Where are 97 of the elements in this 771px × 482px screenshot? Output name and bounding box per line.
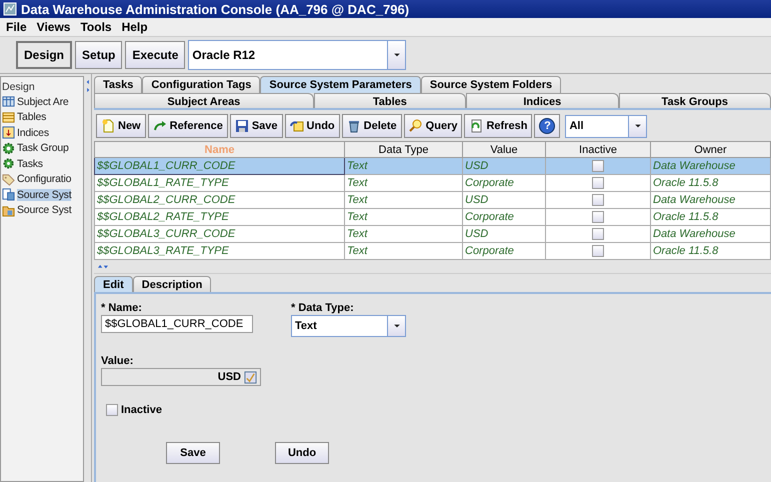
table-cell: Oracle 11.5.8	[650, 242, 770, 260]
checkbox-label: Inactive	[121, 404, 162, 416]
menu-item[interactable]: File	[6, 20, 27, 34]
table-cell: Oracle 11.5.8	[650, 208, 770, 226]
table-cell: Data Warehouse	[650, 226, 770, 242]
tab[interactable]: Tasks	[94, 76, 142, 93]
tab[interactable]: Subject Areas	[94, 93, 314, 108]
field-label: * Data Type:	[291, 302, 355, 314]
tab[interactable]: Indices	[466, 93, 619, 108]
tab[interactable]: Description	[132, 276, 212, 292]
tag-icon	[2, 172, 15, 186]
data-type-dropdown[interactable]: Text	[291, 315, 406, 337]
checkbox[interactable]	[592, 211, 604, 224]
table-cell: Text	[344, 192, 462, 208]
field-label: * Name:	[101, 302, 143, 314]
table-cell: Text	[344, 208, 462, 226]
document-icon	[2, 188, 15, 202]
tab[interactable]: Edit	[94, 276, 133, 292]
tab[interactable]: Task Groups	[618, 93, 771, 108]
mode-button[interactable]: Execute	[125, 41, 186, 69]
table-cell: Oracle 11.5.8	[650, 174, 770, 192]
index-icon	[2, 126, 15, 140]
undo-icon	[290, 119, 304, 133]
section-header: Design	[2, 81, 36, 93]
nav-item[interactable]: Source Syst	[17, 204, 72, 216]
form-button[interactable]: Save	[166, 442, 220, 464]
grid-icon	[2, 95, 15, 108]
nav-item[interactable]: Task Group	[17, 142, 69, 154]
mode-button[interactable]: Design	[16, 41, 72, 69]
help-button[interactable]: ?	[534, 114, 560, 138]
table-cell: $$GLOBAL2_RATE_TYPE	[94, 208, 344, 226]
table-cell: Text	[344, 242, 462, 260]
checkbox[interactable]	[592, 228, 604, 240]
table-cell: Text	[344, 174, 462, 192]
table-cell: USD	[462, 226, 546, 242]
table-cell: USD	[462, 158, 546, 174]
menu-item[interactable]: Help	[122, 20, 148, 34]
tab[interactable]: Tables	[314, 93, 466, 108]
table-cell: $$GLOBAL2_CURR_CODE	[94, 192, 344, 208]
mode-button[interactable]: Setup	[75, 41, 122, 69]
nav-item[interactable]: Configuratio	[17, 173, 72, 186]
table-cell: $$GLOBAL1_RATE_TYPE	[94, 174, 344, 192]
gear-icon	[2, 157, 15, 170]
tab[interactable]: Source System Parameters	[260, 76, 421, 93]
form-button[interactable]: Undo	[275, 442, 329, 464]
gear-icon	[2, 142, 15, 155]
checkbox[interactable]	[592, 194, 604, 206]
table-cell: $$GLOBAL3_CURR_CODE	[94, 226, 344, 242]
nav-item[interactable]: Subject Are	[17, 96, 68, 108]
field-label: Value:	[101, 355, 134, 367]
filter-dropdown[interactable]: All	[565, 114, 648, 138]
table-cell: Data Warehouse	[650, 158, 770, 174]
table-cell: $$GLOBAL3_RATE_TYPE	[94, 242, 344, 260]
save-button[interactable]: Save	[230, 114, 283, 138]
nav-item[interactable]: Tables	[17, 111, 46, 124]
table-cell: Text	[344, 158, 462, 174]
container-dropdown[interactable]: Oracle R12	[188, 40, 406, 70]
checkbox[interactable]	[592, 177, 604, 190]
column-header[interactable]: Value	[462, 142, 546, 158]
trash-can-icon	[346, 119, 361, 133]
checkbox[interactable]	[106, 404, 118, 416]
checkbox[interactable]	[592, 245, 604, 258]
table-cell: Corporate	[462, 174, 546, 192]
table-cell: Data Warehouse	[650, 192, 770, 208]
delete-button[interactable]: Delete	[342, 114, 402, 138]
value-field[interactable]: USD	[101, 368, 261, 386]
query-button[interactable]: Query	[404, 114, 462, 138]
table-cell: Corporate	[462, 242, 546, 260]
table-cell: Text	[344, 226, 462, 242]
checkbox[interactable]	[592, 160, 604, 172]
name-field[interactable]: $$GLOBAL1_CURR_CODE	[101, 315, 253, 333]
nav-item[interactable]: Source Syst	[17, 188, 72, 201]
refresh-button[interactable]: Refresh	[464, 114, 532, 138]
table-cell: Corporate	[462, 208, 546, 226]
nav-item[interactable]: Tasks	[17, 158, 43, 170]
undo-button[interactable]: Undo	[284, 114, 340, 138]
column-header[interactable]: Inactive	[546, 142, 650, 158]
new-icon	[101, 119, 115, 133]
edit-icon	[244, 370, 257, 384]
menu-item[interactable]: Tools	[80, 20, 112, 34]
arrow-icon	[152, 119, 167, 133]
table-cell: $$GLOBAL1_CURR_CODE	[94, 158, 344, 174]
nav-item[interactable]: Indices	[17, 126, 49, 139]
app-icon	[3, 2, 17, 16]
tab[interactable]: Configuration Tags	[142, 76, 260, 93]
magnifier-icon	[408, 119, 423, 133]
menu-item[interactable]: Views	[36, 20, 70, 34]
table-icon	[2, 110, 15, 124]
column-header[interactable]: Owner	[650, 142, 770, 158]
reference-button[interactable]: Reference	[148, 114, 228, 138]
refresh-icon	[469, 119, 484, 133]
table-cell: USD	[462, 192, 546, 208]
folder-icon	[2, 204, 15, 217]
new-button[interactable]: New	[96, 114, 146, 138]
window-title: Data Warehouse Administration Console (AA_796 @ DAC_796)	[21, 2, 410, 16]
tab[interactable]: Source System Folders	[420, 76, 562, 93]
column-header[interactable]: Data Type	[344, 142, 462, 158]
